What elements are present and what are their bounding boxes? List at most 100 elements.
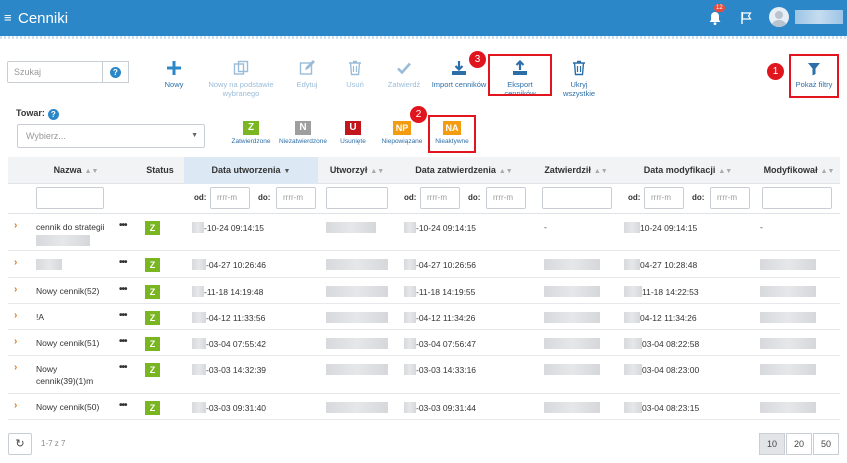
sort-icon: ▲▼: [84, 168, 99, 175]
modified-to-input[interactable]: rrrr-m: [710, 187, 750, 209]
status-filter-unlinked[interactable]: NP Niepowiązane: [379, 121, 425, 145]
table-row[interactable]: › Nowy cennik(39)(1)m ••• Z -03-03 14:32…: [8, 356, 840, 394]
new-button[interactable]: Nowy: [160, 60, 188, 89]
highlight-export: [488, 54, 552, 96]
sort-icon: ▲▼: [498, 168, 513, 175]
status-badge: Z: [145, 221, 160, 235]
show-filters-button[interactable]: Pokaż filtry: [789, 54, 839, 98]
more-options-icon[interactable]: •••: [119, 284, 127, 295]
divider: [0, 36, 847, 39]
page-size-50[interactable]: 50: [813, 433, 839, 455]
sort-icon: ▲▼: [593, 168, 608, 175]
redacted-text: [36, 235, 90, 246]
product-filter-label: Towar:?: [16, 108, 59, 120]
table-row[interactable]: › Nowy cennik(52) ••• Z -11-18 14:19:48 …: [8, 278, 840, 304]
more-options-icon[interactable]: •••: [119, 220, 127, 231]
user-icon: [771, 11, 787, 27]
menu-icon[interactable]: ≡: [4, 11, 12, 24]
chevron-down-icon: ▼: [191, 132, 198, 139]
check-icon: [397, 62, 411, 75]
more-options-icon[interactable]: •••: [119, 336, 127, 347]
edit-button[interactable]: Edytuj: [293, 60, 321, 89]
bell-icon[interactable]: [707, 10, 723, 26]
created-from-input[interactable]: rrrr-m: [210, 187, 250, 209]
more-options-icon[interactable]: •••: [119, 362, 127, 373]
table-row[interactable]: › ••• Z -04-27 10:26:46 -04-27 10:26:56 …: [8, 251, 840, 278]
sort-icon: ▲▼: [370, 168, 385, 175]
user-name-redacted[interactable]: [795, 10, 843, 24]
edit-icon: [299, 60, 315, 75]
approved-to-input[interactable]: rrrr-m: [486, 187, 526, 209]
step-marker-2: 2: [410, 106, 427, 123]
table-row[interactable]: › !A ••• Z -04-12 11:33:56 -04-12 11:34:…: [8, 304, 840, 330]
approved-from-input[interactable]: rrrr-m: [420, 187, 460, 209]
expand-chevron-icon[interactable]: ›: [14, 310, 17, 321]
top-bar: ≡ Cenniki 12: [0, 0, 847, 36]
status-filter-unapproved[interactable]: N Niezatwierdzone: [278, 121, 328, 145]
table-row[interactable]: › Nowy cennik(50) ••• Z -03-03 09:31:40 …: [8, 394, 840, 420]
refresh-button[interactable]: ↻: [8, 433, 32, 455]
column-filter-row: od: rrrr-m do: rrrr-m od: rrrr-m do: rrr…: [8, 184, 840, 214]
table-row[interactable]: › Nowy cennik(51) ••• Z -03-04 07:55:42 …: [8, 330, 840, 356]
approved-by-filter-input[interactable]: [542, 187, 612, 209]
expand-chevron-icon[interactable]: ›: [14, 284, 17, 295]
avatar[interactable]: [769, 7, 789, 27]
modified-from-input[interactable]: rrrr-m: [644, 187, 684, 209]
status-filter-deleted[interactable]: U Usunięte: [336, 121, 370, 145]
copy-icon: [233, 60, 249, 75]
plus-icon: [167, 61, 181, 75]
modified-by-filter-input[interactable]: [762, 187, 832, 209]
table-row[interactable]: › cennik do strategii ••• Z -10-24 09:14…: [8, 214, 840, 251]
download-icon: [452, 61, 466, 75]
app-title: Cenniki: [18, 10, 69, 27]
step-marker-1: 1: [767, 63, 784, 80]
search-help-button[interactable]: ?: [103, 61, 129, 83]
created-by-filter-input[interactable]: [326, 187, 388, 209]
expand-chevron-icon[interactable]: ›: [14, 400, 17, 411]
trash-icon: [573, 60, 585, 76]
status-badge: Z: [145, 258, 160, 272]
created-to-input[interactable]: rrrr-m: [276, 187, 316, 209]
column-header-name[interactable]: Nazwa ▲▼: [36, 157, 116, 184]
sort-icon: ▲▼: [820, 168, 835, 175]
approve-button[interactable]: Zatwierdź: [386, 60, 422, 89]
more-options-icon[interactable]: •••: [119, 257, 127, 268]
page-size-10[interactable]: 10: [759, 433, 785, 455]
name-filter-input[interactable]: [36, 187, 104, 209]
column-header-approved[interactable]: Data zatwierdzenia ▲▼: [398, 157, 530, 184]
product-select[interactable]: Wybierz... ▼: [17, 124, 205, 148]
step-marker-3: 3: [469, 51, 486, 68]
flag-icon[interactable]: [739, 11, 753, 25]
status-badge: Z: [145, 401, 160, 415]
table-header: Nazwa ▲▼ Status Data utworzenia ▼ Utworzył…: [8, 157, 840, 184]
status-badge: Z: [145, 311, 160, 325]
page-size-20[interactable]: 20: [786, 433, 812, 455]
expand-chevron-icon[interactable]: ›: [14, 257, 17, 268]
more-options-icon[interactable]: •••: [119, 400, 127, 411]
status-badge: Z: [145, 363, 160, 377]
column-header-modified[interactable]: Data modyfikacji ▲▼: [622, 157, 754, 184]
status-filter-approved[interactable]: Z Zatwierdzone: [231, 121, 271, 145]
sort-desc-icon: ▼: [283, 168, 291, 175]
notification-count-badge: 12: [714, 4, 725, 12]
expand-chevron-icon[interactable]: ›: [14, 336, 17, 347]
expand-chevron-icon[interactable]: ›: [14, 220, 17, 231]
new-from-selected-button[interactable]: Nowy na podstawie wybranego: [206, 60, 276, 98]
search-input[interactable]: Szukaj: [7, 61, 103, 83]
record-count: 1-7 z 7: [41, 439, 66, 448]
help-icon[interactable]: ?: [47, 109, 59, 120]
column-header-created-by[interactable]: Utworzył ▲▼: [320, 157, 394, 184]
expand-chevron-icon[interactable]: ›: [14, 362, 17, 373]
column-header-modified-by[interactable]: Modyfikował ▲▼: [758, 157, 840, 184]
sort-icon: ▲▼: [718, 168, 733, 175]
refresh-icon: ↻: [15, 438, 25, 450]
hide-all-button[interactable]: Ukryj wszystkie: [554, 60, 604, 98]
column-header-approved-by[interactable]: Zatwierdził ▲▼: [536, 157, 616, 184]
help-icon: ?: [110, 67, 121, 78]
column-header-status[interactable]: Status: [138, 157, 182, 184]
more-options-icon[interactable]: •••: [119, 310, 127, 321]
delete-button[interactable]: Usuń: [342, 60, 368, 89]
column-header-created[interactable]: Data utworzenia ▼: [184, 157, 318, 184]
status-badge: Z: [145, 285, 160, 299]
status-filter-inactive[interactable]: NA Nieaktywne: [432, 121, 472, 145]
